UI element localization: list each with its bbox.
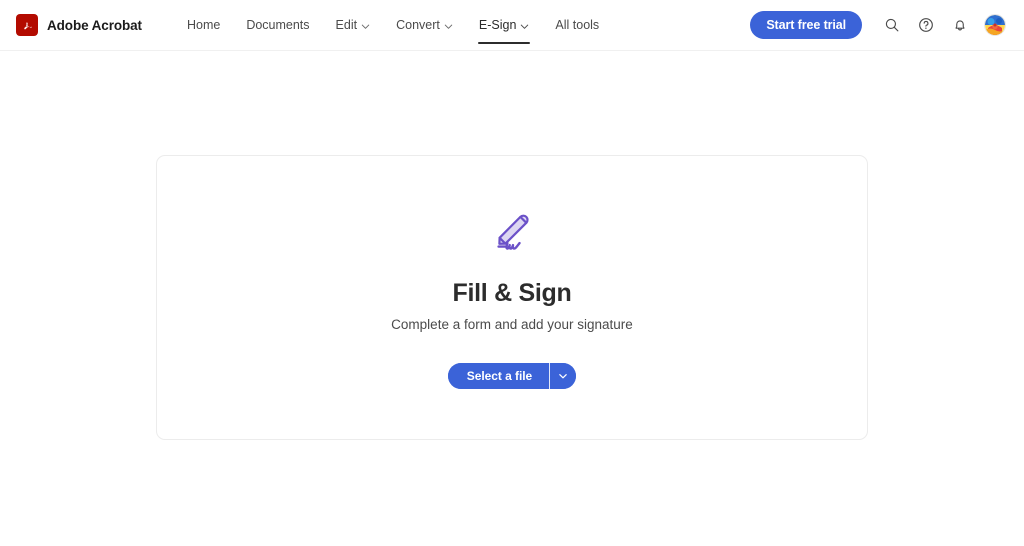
select-a-file-split-button: Select a file: [447, 363, 577, 390]
main-navigation: Home Documents Edit Convert E-Sign All t…: [174, 0, 612, 50]
chevron-down-icon: [361, 22, 370, 31]
content-area: Fill & Sign Complete a form and add your…: [0, 51, 1024, 546]
nav-item-all-tools[interactable]: All tools: [542, 0, 612, 50]
nav-item-convert[interactable]: Convert: [383, 0, 466, 50]
fill-and-sign-icon: [483, 206, 541, 264]
nav-item-edit[interactable]: Edit: [323, 0, 384, 50]
nav-item-home[interactable]: Home: [174, 0, 233, 50]
search-icon[interactable]: [876, 9, 908, 41]
top-navigation-bar: Adobe Acrobat Home Documents Edit Conver…: [0, 0, 1024, 51]
split-button-divider: [549, 363, 551, 390]
brand-name: Adobe Acrobat: [47, 17, 142, 33]
page-subtitle: Complete a form and add your signature: [391, 317, 633, 333]
brand-home-link[interactable]: Adobe Acrobat: [16, 14, 142, 36]
nav-label-edit: Edit: [335, 18, 358, 32]
nav-label-home: Home: [186, 18, 221, 32]
adobe-acrobat-logo-icon: [16, 14, 38, 36]
nav-label-all-tools: All tools: [555, 18, 600, 32]
tool-card: Fill & Sign Complete a form and add your…: [156, 155, 868, 440]
chevron-down-icon: [520, 22, 529, 31]
app-page: Adobe Acrobat Home Documents Edit Conver…: [0, 0, 1024, 546]
notifications-bell-icon[interactable]: [944, 9, 976, 41]
nav-label-convert: Convert: [396, 18, 440, 32]
chevron-down-icon: [558, 371, 568, 381]
page-title: Fill & Sign: [452, 278, 572, 307]
top-bar-actions: Start free trial: [750, 9, 1008, 41]
user-avatar[interactable]: [984, 14, 1006, 36]
start-free-trial-button[interactable]: Start free trial: [750, 11, 862, 39]
help-icon[interactable]: [910, 9, 942, 41]
nav-label-e-sign: E-Sign: [478, 18, 517, 32]
nav-label-documents: Documents: [246, 18, 310, 32]
chevron-down-icon: [444, 22, 453, 31]
select-a-file-dropdown-button[interactable]: [550, 363, 577, 390]
select-a-file-button[interactable]: Select a file: [447, 363, 550, 390]
nav-item-documents[interactable]: Documents: [233, 0, 322, 50]
nav-item-e-sign[interactable]: E-Sign: [466, 0, 543, 50]
